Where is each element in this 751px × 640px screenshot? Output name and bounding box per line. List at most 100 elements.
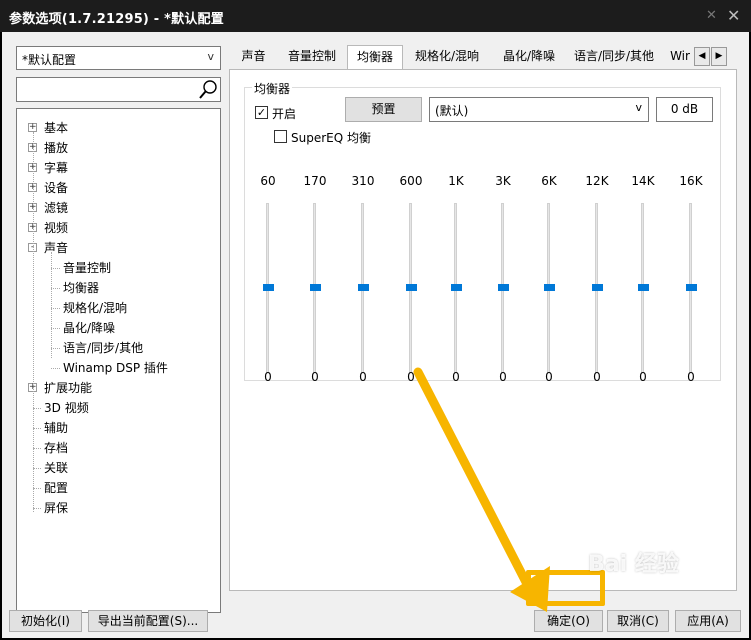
tree-connector [51,368,60,369]
tree-item-label: 扩展功能 [44,381,93,395]
close-icon[interactable]: ✕ [727,6,740,25]
apply-button[interactable]: 应用(A) [675,610,741,632]
band-freq-label: 1K [448,174,464,188]
tree-item-label: 基本 [44,121,69,135]
band-slider-thumb[interactable] [544,284,555,291]
tree-item[interactable]: 屏保 [44,499,68,517]
tree-item[interactable]: 均衡器 [63,279,100,297]
ok-button[interactable]: 确定(O) [534,610,603,632]
tree-connector [51,288,60,289]
export-config-button[interactable]: 导出当前配置(S)... [88,610,208,632]
tree-item-label: 规格化/混响 [63,301,128,315]
band-freq-label: 600 [399,174,423,188]
tree-item-label: 声音 [44,241,69,255]
band-freq-label: 12K [585,174,609,188]
tree-item[interactable]: 播放 [44,139,68,157]
tab-item[interactable]: 音量控制 [282,45,342,69]
tab-scroll-right-button[interactable]: ▶ [711,47,727,66]
init-button[interactable]: 初始化(I) [9,610,82,632]
tab-item[interactable]: 声音 [235,45,272,69]
tree-connector [33,132,34,512]
profile-select-value: *默认配置 [22,53,77,67]
tab-scroll-left-button[interactable]: ◀ [694,47,710,66]
profile-select[interactable]: *默认配置 v [16,46,221,70]
tree-connector [33,468,41,469]
tree-item[interactable]: 关联 [44,459,68,477]
tree-item[interactable]: 视频 [44,219,68,237]
tab-label: 晶化/降噪 [502,49,556,63]
band-gain-value: 0 [452,370,460,384]
tree-item[interactable]: 配置 [44,479,68,497]
band-gain-value: 0 [593,370,601,384]
tree-item-label: 辅助 [44,421,69,435]
band-slider-thumb[interactable] [686,284,697,291]
enable-label: 开启 [272,107,297,121]
tree-item[interactable]: 辅助 [44,419,68,437]
tree-expander-icon[interactable]: + [28,123,37,132]
band-slider-thumb[interactable] [638,284,649,291]
equalizer-group: 均衡器 ✓ 开启 预置 (默认) v 0 dB SuperEQ 均衡 60 0 17… [244,80,721,384]
tree-item[interactable]: Winamp DSP 插件 [63,359,168,377]
search-input[interactable] [16,77,221,102]
preset-select[interactable]: (默认) v [429,97,649,122]
preset-button[interactable]: 预置 [345,97,422,122]
bottom-button-bar: 初始化(I) 导出当前配置(S)... 确定(O) 取消(C) 应用(A) [2,598,749,638]
enable-checkbox[interactable]: ✓ [255,106,268,119]
db-value-box[interactable]: 0 dB [656,97,713,122]
band-gain-value: 0 [639,370,647,384]
db-value: 0 dB [670,102,699,116]
band-slider-thumb[interactable] [451,284,462,291]
tree-item-label: 均衡器 [63,281,100,295]
band-slider-thumb[interactable] [406,284,417,291]
tree-item[interactable]: 滤镜 [44,199,68,217]
pin-icon[interactable]: ✕ [706,8,717,23]
tree-item[interactable]: 扩展功能 [44,379,92,397]
tree-item-label: 语言/同步/其他 [63,341,144,355]
ok-button-label: 确定(O) [547,614,590,628]
chevron-down-icon: v [635,101,642,114]
tree-item[interactable]: 声音 [44,239,68,257]
tree-item[interactable]: 设备 [44,179,68,197]
tree-item[interactable]: 存档 [44,439,68,457]
tab-item[interactable]: 均衡器 [347,45,403,70]
band-gain-value: 0 [407,370,415,384]
tree-item-label: 存档 [44,441,69,455]
supereq-checkbox[interactable] [274,130,287,143]
tab-item[interactable]: Wir [669,45,691,69]
band-slider-thumb[interactable] [592,284,603,291]
tree-item[interactable]: 音量控制 [63,259,111,277]
preset-select-value: (默认) [435,104,469,118]
tree-item-label: Winamp DSP 插件 [63,361,168,375]
band-slider-thumb[interactable] [263,284,274,291]
tab-item[interactable]: 语言/同步/其他 [565,45,663,69]
cancel-button[interactable]: 取消(C) [607,610,669,632]
band-slider-thumb[interactable] [310,284,321,291]
band-slider-thumb[interactable] [498,284,509,291]
tree-item[interactable]: 3D 视频 [44,399,89,417]
tree-item-label: 关联 [44,461,69,475]
tab-item[interactable]: 晶化/降噪 [497,45,561,69]
tree-item[interactable]: 基本 [44,119,68,137]
tree-connector [51,328,60,329]
tab-label: 声音 [241,49,266,63]
band-slider-thumb[interactable] [358,284,369,291]
band-gain-value: 0 [311,370,319,384]
tree-item[interactable]: 规格化/混响 [63,299,127,317]
tree-item[interactable]: 语言/同步/其他 [63,339,143,357]
tree-item-label: 字幕 [44,161,69,175]
tree-item-label: 配置 [44,481,69,495]
tree-connector [33,508,41,509]
tree-connector [33,408,41,409]
band-gain-value: 0 [264,370,272,384]
tab-label: 音量控制 [287,49,336,63]
tab-item[interactable]: 规格化/混响 [406,45,488,69]
band-freq-label: 16K [679,174,703,188]
group-title: 均衡器 [252,80,293,97]
tree-item[interactable]: 晶化/降噪 [63,319,115,337]
watermark: Bai 经验 [588,552,679,577]
tree-item[interactable]: 字幕 [44,159,68,177]
settings-tree[interactable]: + 基本 + 播放 + 字幕 + 设备 + 滤镜 + 视频 - 声音 音量控制 均衡器 规格化/混响 晶化/降噪语… [16,108,221,613]
band-gain-value: 0 [499,370,507,384]
tree-connector [33,488,41,489]
search-icon[interactable] [198,79,218,100]
